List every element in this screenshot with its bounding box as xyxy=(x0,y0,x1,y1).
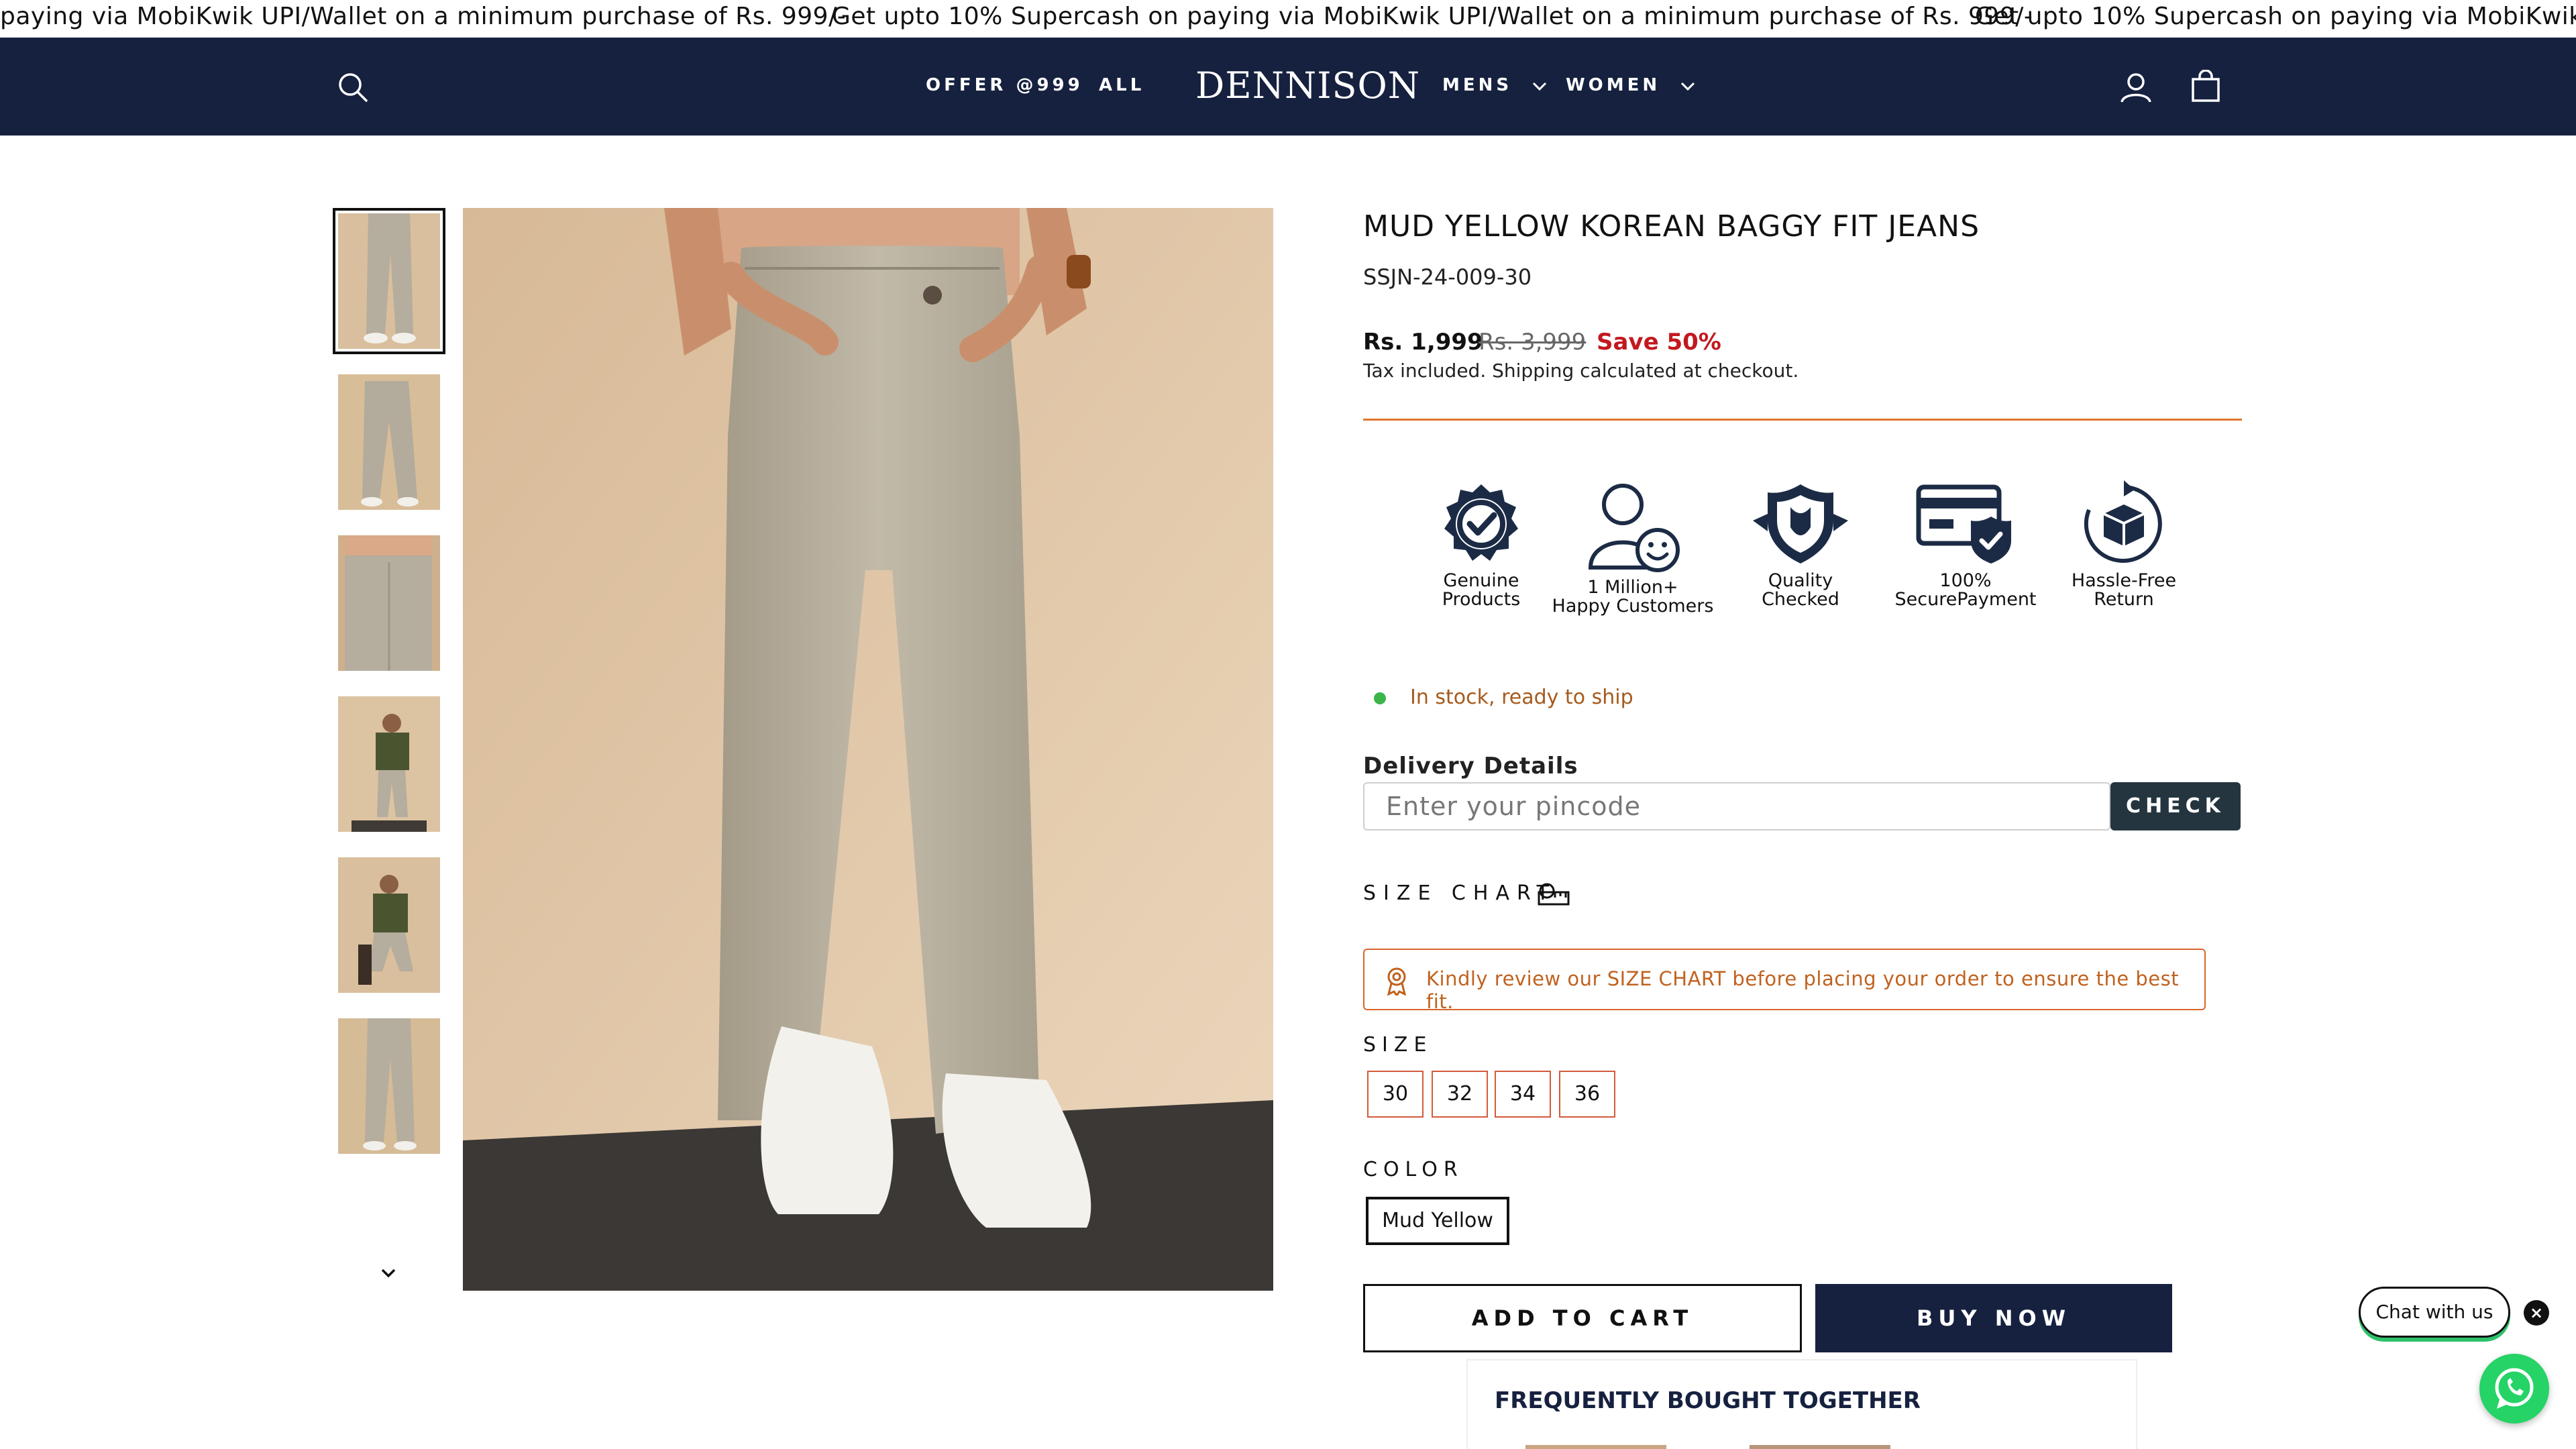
badge-label: Hassle-Free Return xyxy=(2071,570,2177,610)
product-thumbnail[interactable] xyxy=(338,857,440,993)
product-thumbnail[interactable] xyxy=(338,696,440,832)
badge-label: Genuine Products xyxy=(1442,570,1521,610)
buy-now-button[interactable]: BUY NOW xyxy=(1815,1284,2172,1352)
badge-hassle-free-return: Hassle-Free Return xyxy=(2037,480,2211,609)
notice-text: Kindly review our SIZE CHART before plac… xyxy=(1426,967,2180,1013)
announcement-text: Get upto 10% Supercash on paying via Mob… xyxy=(832,3,2033,30)
badge-label: 100% SecurePayment xyxy=(1894,570,2037,610)
badge-quality: Quality Checked xyxy=(1713,480,1888,609)
announcement-bar: paying via MobiKwik UPI/Wallet on a mini… xyxy=(0,0,2576,38)
whatsapp-icon xyxy=(2495,1368,2534,1409)
return-box-icon xyxy=(2084,480,2162,563)
size-option-30[interactable]: 30 xyxy=(1367,1071,1424,1118)
quality-shield-icon xyxy=(1753,484,1848,564)
product-title: MUD YELLOW KOREAN BAGGY FIT JEANS xyxy=(1363,209,1980,244)
check-pincode-button[interactable]: CHECK xyxy=(2110,782,2241,830)
product-main-image[interactable] xyxy=(463,208,1273,1291)
cart-icon[interactable] xyxy=(2191,69,2220,105)
fbt-heading: FREQUENTLY BOUGHT TOGETHER xyxy=(1495,1387,1921,1414)
fbt-product-image[interactable] xyxy=(1525,1445,1666,1449)
size-chart-notice: Kindly review our SIZE CHART before plac… xyxy=(1363,949,2206,1013)
close-icon[interactable]: × xyxy=(2524,1300,2549,1326)
chat-with-us-bubble[interactable]: Chat with us xyxy=(2359,1287,2510,1338)
size-label: SIZE xyxy=(1363,1033,1433,1057)
divider xyxy=(1363,419,2242,421)
product-thumbnail[interactable] xyxy=(338,535,440,671)
badge-secure-payment: 100% SecurePayment xyxy=(1878,480,2053,609)
chevron-down-icon xyxy=(1680,76,1695,96)
site-header: OFFER @999 ALL DENNISON MENS WOMEN xyxy=(0,38,2576,136)
badge-happy-customers: 1 Million+ Happy Customers xyxy=(1546,480,1720,616)
product-thumbnail[interactable] xyxy=(338,374,440,510)
nav-mens-label: MENS xyxy=(1442,75,1513,95)
badge-label: 1 Million+ Happy Customers xyxy=(1552,577,1714,616)
thumbnail-next-arrow[interactable] xyxy=(381,1268,396,1281)
color-option-selected[interactable]: Mud Yellow xyxy=(1366,1197,1509,1245)
product-thumbnail[interactable] xyxy=(338,1018,440,1154)
sale-price: Rs. 1,999 xyxy=(1363,329,1483,356)
verified-check-icon xyxy=(1444,484,1518,561)
nav-mens[interactable]: MENS xyxy=(1442,75,1547,96)
size-option-34[interactable]: 34 xyxy=(1495,1071,1551,1118)
compare-price: Rs. 3,999 xyxy=(1479,329,1587,356)
announcement-text: paying via MobiKwik UPI/Wallet on a mini… xyxy=(0,3,847,30)
delivery-label: Delivery Details xyxy=(1363,753,1578,780)
stock-status: In stock, ready to ship xyxy=(1374,686,1633,709)
chevron-down-icon xyxy=(1532,76,1547,96)
announcement-text: Get upto 10% Supercash on paying via Mob… xyxy=(1975,3,2576,30)
product-sku: SSJN-24-009-30 xyxy=(1363,264,1532,290)
stock-text: In stock, ready to ship xyxy=(1410,686,1633,709)
whatsapp-chat-button[interactable] xyxy=(2479,1354,2549,1424)
size-chart-link[interactable]: SIZE CHART xyxy=(1363,881,1556,905)
nav-women[interactable]: WOMEN xyxy=(1566,75,1695,96)
badge-genuine: Genuine Products xyxy=(1394,480,1568,609)
size-option-36[interactable]: 36 xyxy=(1559,1071,1615,1118)
measuring-tape-icon[interactable] xyxy=(1538,883,1570,910)
nav-offer[interactable]: OFFER @999 xyxy=(926,75,1083,95)
tax-note: Tax included. Shipping calculated at che… xyxy=(1363,360,1799,382)
in-stock-dot-icon xyxy=(1374,692,1386,704)
nav-women-label: WOMEN xyxy=(1566,75,1661,95)
brand-logo[interactable]: DENNISON xyxy=(1195,64,1420,107)
product-thumbnail[interactable] xyxy=(333,208,445,354)
secure-payment-icon xyxy=(1916,484,2011,564)
pincode-input[interactable] xyxy=(1363,782,2110,830)
happy-customer-icon xyxy=(1588,484,1680,572)
color-label: COLOR xyxy=(1363,1158,1464,1181)
nav-all[interactable]: ALL xyxy=(1099,75,1144,95)
badge-label: Quality Checked xyxy=(1762,570,1839,610)
save-badge: Save 50% xyxy=(1597,329,1721,356)
award-ribbon-icon xyxy=(1383,966,1410,998)
frequently-bought-together: FREQUENTLY BOUGHT TOGETHER xyxy=(1466,1359,2137,1449)
search-icon[interactable] xyxy=(337,71,369,106)
account-icon[interactable] xyxy=(2120,72,2152,106)
size-option-32[interactable]: 32 xyxy=(1432,1071,1488,1118)
add-to-cart-button[interactable]: ADD TO CART xyxy=(1363,1284,1802,1352)
fbt-product-image[interactable] xyxy=(1750,1445,1890,1449)
